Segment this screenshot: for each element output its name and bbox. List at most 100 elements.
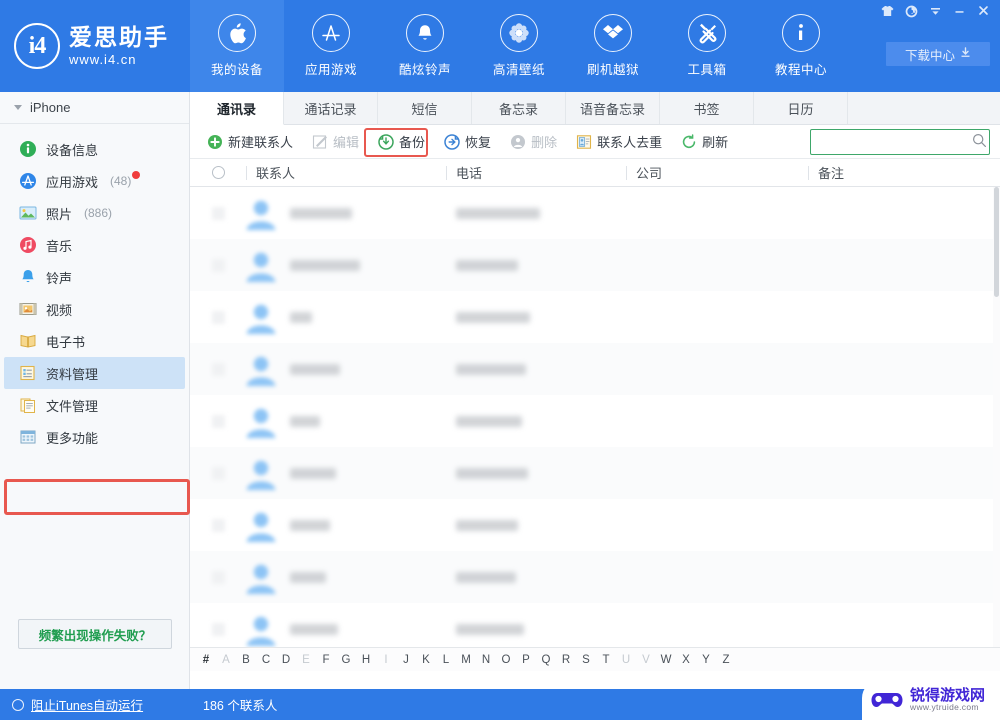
backup-arrow-icon xyxy=(377,133,394,150)
toolbar-button-6[interactable]: 联系人去重 xyxy=(567,129,670,155)
table-row[interactable] xyxy=(190,343,1000,395)
table-row[interactable] xyxy=(190,447,1000,499)
alpha-index-Z[interactable]: Z xyxy=(716,654,736,666)
alpha-index-Q[interactable]: Q xyxy=(536,654,556,666)
topnav-item-7[interactable]: 教程中心 xyxy=(754,0,848,92)
tab-4[interactable]: 备忘录 xyxy=(472,92,566,124)
row-checkbox[interactable] xyxy=(190,310,246,324)
topnav-item-4[interactable]: 高清壁纸 xyxy=(472,0,566,92)
alpha-index-L[interactable]: L xyxy=(436,654,456,666)
search-input[interactable] xyxy=(817,135,972,149)
tab-5[interactable]: 语音备忘录 xyxy=(566,92,661,124)
row-checkbox[interactable] xyxy=(190,414,246,428)
alpha-index-M[interactable]: M xyxy=(456,654,476,666)
sidebar-item-2[interactable]: 应用游戏 (48) xyxy=(4,165,185,197)
alpha-index-R[interactable]: R xyxy=(556,654,576,666)
topnav-item-3[interactable]: 酷炫铃声 xyxy=(378,0,472,92)
itunes-block-toggle[interactable]: 阻止iTunes自动运行 xyxy=(0,695,190,714)
alpha-index-K[interactable]: K xyxy=(416,654,436,666)
file-icon xyxy=(18,396,37,415)
alpha-index-F[interactable]: F xyxy=(316,654,336,666)
sidebar-item-8[interactable]: 资料管理 xyxy=(4,357,185,389)
select-all-header[interactable] xyxy=(190,159,246,187)
alpha-index-I[interactable]: I xyxy=(376,654,396,666)
scrollbar-thumb[interactable] xyxy=(994,187,999,297)
alpha-index-Y[interactable]: Y xyxy=(696,654,716,666)
alpha-index-O[interactable]: O xyxy=(496,654,516,666)
table-row[interactable] xyxy=(190,395,1000,447)
skin-icon[interactable] xyxy=(876,2,898,20)
sidebar-item-3[interactable]: 照片 (886) xyxy=(4,197,185,229)
topnav-item-6[interactable]: 工具箱 xyxy=(660,0,754,92)
tab-7[interactable]: 日历 xyxy=(754,92,849,124)
tab-1[interactable]: 通讯录 xyxy=(190,92,284,125)
table-row[interactable] xyxy=(190,551,1000,603)
column-header-phone[interactable]: 电话 xyxy=(446,159,626,187)
alpha-index-H[interactable]: H xyxy=(356,654,376,666)
sidebar-item-10[interactable]: 更多功能 xyxy=(4,421,185,453)
help-troubleshoot-button[interactable]: 频繁出现操作失败？ xyxy=(18,619,172,649)
alpha-index-D[interactable]: D xyxy=(276,654,296,666)
close-icon[interactable] xyxy=(972,2,994,20)
row-checkbox[interactable] xyxy=(190,466,246,480)
table-row[interactable] xyxy=(190,603,1000,647)
sidebar-highlight-box xyxy=(4,479,190,515)
sidebar-item-label: 资料管理 xyxy=(46,366,99,382)
topnav-item-5[interactable]: 刷机越狱 xyxy=(566,0,660,92)
alpha-index-U[interactable]: U xyxy=(616,654,636,666)
device-selector[interactable]: iPhone xyxy=(0,92,189,124)
tab-2[interactable]: 通话记录 xyxy=(284,92,378,124)
row-checkbox[interactable] xyxy=(190,258,246,272)
menu-dropdown-icon[interactable] xyxy=(924,2,946,20)
search-icon[interactable] xyxy=(972,133,987,151)
sidebar-item-6[interactable]: 视频 xyxy=(4,293,185,325)
table-row[interactable] xyxy=(190,499,1000,551)
column-header-company[interactable]: 公司 xyxy=(626,159,808,187)
toolbar-button-1[interactable]: 新建联系人 xyxy=(198,129,301,155)
alpha-index-S[interactable]: S xyxy=(576,654,596,666)
row-checkbox[interactable] xyxy=(190,362,246,376)
alpha-index-E[interactable]: E xyxy=(296,654,316,666)
row-checkbox[interactable] xyxy=(190,622,246,636)
table-row[interactable] xyxy=(190,239,1000,291)
select-all-checkbox[interactable] xyxy=(211,166,225,179)
column-header-note[interactable]: 备注 xyxy=(808,159,1000,187)
tab-6[interactable]: 书签 xyxy=(660,92,755,124)
alpha-index-X[interactable]: X xyxy=(676,654,696,666)
alpha-index-N[interactable]: N xyxy=(476,654,496,666)
column-header-name[interactable]: 联系人 xyxy=(246,159,446,187)
search-box[interactable] xyxy=(810,129,990,155)
topnav-item-2[interactable]: 应用游戏 xyxy=(284,0,378,92)
alpha-index-G[interactable]: G xyxy=(336,654,356,666)
settings-gear-icon[interactable] xyxy=(900,2,922,20)
toolbar-button-4[interactable]: 恢复 xyxy=(435,129,499,155)
topnav-item-1[interactable]: 我的设备 xyxy=(190,0,284,92)
sidebar-item-4[interactable]: 音乐 xyxy=(4,229,185,261)
alpha-index-J[interactable]: J xyxy=(396,654,416,666)
table-row[interactable] xyxy=(190,187,1000,239)
brand-name: 爱思助手 xyxy=(69,23,169,50)
table-scrollbar[interactable] xyxy=(993,187,1000,647)
alpha-index-P[interactable]: P xyxy=(516,654,536,666)
alpha-index-A[interactable]: A xyxy=(216,654,236,666)
row-checkbox[interactable] xyxy=(190,206,246,220)
alpha-index-B[interactable]: B xyxy=(236,654,256,666)
sidebar-item-7[interactable]: 电子书 xyxy=(4,325,185,357)
table-row[interactable] xyxy=(190,291,1000,343)
sidebar-item-1[interactable]: 设备信息 xyxy=(4,133,185,165)
row-checkbox[interactable] xyxy=(190,570,246,584)
download-center-button[interactable]: 下载中心 xyxy=(886,42,990,66)
sidebar-item-5[interactable]: 铃声 xyxy=(4,261,185,293)
row-checkbox[interactable] xyxy=(190,518,246,532)
alpha-index-C[interactable]: C xyxy=(256,654,276,666)
sidebar-item-9[interactable]: 文件管理 xyxy=(4,389,185,421)
alpha-index-T[interactable]: T xyxy=(596,654,616,666)
alpha-index-#[interactable]: # xyxy=(196,654,216,666)
toolbar-button-3[interactable]: 备份 xyxy=(369,129,433,155)
minimize-icon[interactable] xyxy=(948,2,970,20)
toolbar-button-7[interactable]: 刷新 xyxy=(672,129,736,155)
tab-3[interactable]: 短信 xyxy=(378,92,472,124)
alpha-index-W[interactable]: W xyxy=(656,654,676,666)
alpha-index-V[interactable]: V xyxy=(636,654,656,666)
radio-icon[interactable] xyxy=(12,698,24,711)
